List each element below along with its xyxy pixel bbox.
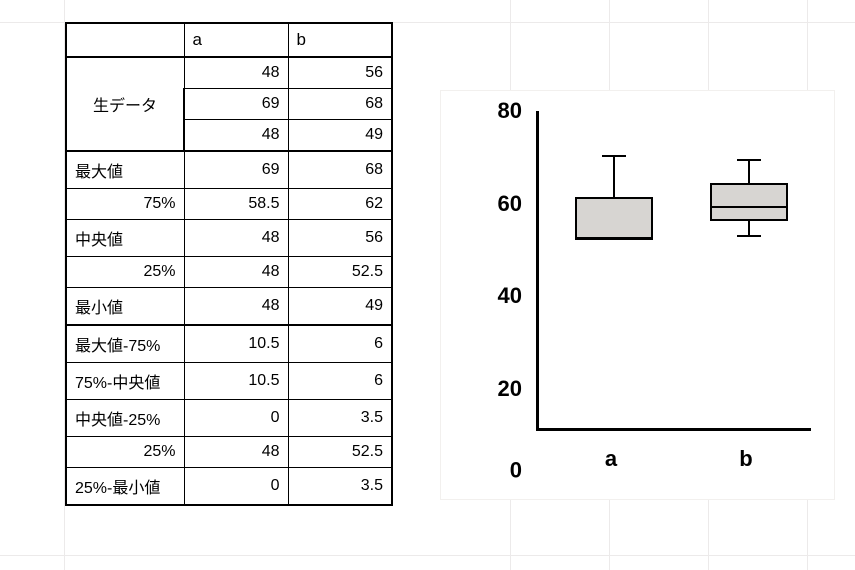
row-max-p75-label[interactable]: 最大値-75% [66, 325, 184, 363]
raw-a-0[interactable]: 48 [184, 57, 288, 89]
ytick-80: 80 [476, 98, 522, 124]
row-median-label[interactable]: 中央値 [66, 220, 184, 257]
row-p25val-a[interactable]: 48 [184, 437, 288, 468]
boxplot-chart[interactable]: 80 60 40 20 0 a b [440, 90, 835, 500]
raw-a-1[interactable]: 69 [184, 89, 288, 120]
row-p25val-b[interactable]: 52.5 [288, 437, 392, 468]
ytick-0: 0 [476, 458, 522, 484]
xlabel-a: a [605, 446, 617, 472]
raw-b-0[interactable]: 56 [288, 57, 392, 89]
row-med-p25-a[interactable]: 0 [184, 400, 288, 437]
ytick-20: 20 [476, 376, 522, 402]
row-p25val-label[interactable]: 25% [66, 437, 184, 468]
row-p75-med-a[interactable]: 10.5 [184, 363, 288, 400]
whisker-cap-upper [737, 159, 761, 161]
header-blank[interactable] [66, 23, 184, 57]
ytick-60: 60 [476, 191, 522, 217]
row-p25-label[interactable]: 25% [66, 257, 184, 288]
median-b [710, 206, 788, 208]
chart-inner: 80 60 40 20 0 a b [476, 111, 816, 481]
row-min-b[interactable]: 49 [288, 288, 392, 326]
box-b [710, 183, 788, 221]
row-p75-label[interactable]: 75% [66, 189, 184, 220]
row-p75-med-label[interactable]: 75%-中央値 [66, 363, 184, 400]
row-median-b[interactable]: 56 [288, 220, 392, 257]
raw-b-2[interactable]: 49 [288, 120, 392, 152]
row-max-a[interactable]: 69 [184, 151, 288, 189]
whisker-cap-upper [602, 155, 626, 157]
row-max-p75-a[interactable]: 10.5 [184, 325, 288, 363]
stats-table[interactable]: a b 生データ 48 56 69 68 48 49 最大値 69 68 75%… [65, 22, 393, 506]
row-median-a[interactable]: 48 [184, 220, 288, 257]
row-min-label[interactable]: 最小値 [66, 288, 184, 326]
row-max-p75-b[interactable]: 6 [288, 325, 392, 363]
raw-a-2[interactable]: 48 [184, 120, 288, 152]
row-max-b[interactable]: 68 [288, 151, 392, 189]
row-med-p25-label[interactable]: 中央値-25% [66, 400, 184, 437]
row-min-a[interactable]: 48 [184, 288, 288, 326]
row-p75-b[interactable]: 62 [288, 189, 392, 220]
raw-b-1[interactable]: 68 [288, 89, 392, 120]
header-a[interactable]: a [184, 23, 288, 57]
xlabel-b: b [739, 446, 752, 472]
box-a [575, 197, 653, 239]
row-p25-a[interactable]: 48 [184, 257, 288, 288]
row-p75-med-b[interactable]: 6 [288, 363, 392, 400]
row-med-p25-b[interactable]: 3.5 [288, 400, 392, 437]
plot-area [536, 111, 811, 431]
row-p75-a[interactable]: 58.5 [184, 189, 288, 220]
raw-data-label[interactable]: 生データ [66, 57, 184, 151]
row-max-label[interactable]: 最大値 [66, 151, 184, 189]
whisker-upper [748, 159, 750, 183]
whisker-lower [748, 221, 750, 235]
row-p25-min-b[interactable]: 3.5 [288, 468, 392, 506]
header-b[interactable]: b [288, 23, 392, 57]
row-p25-min-a[interactable]: 0 [184, 468, 288, 506]
whisker-cap-lower [737, 235, 761, 237]
row-p25-min-label[interactable]: 25%-最小値 [66, 468, 184, 506]
median-a [575, 238, 653, 240]
ytick-40: 40 [476, 283, 522, 309]
whisker-upper [613, 155, 615, 197]
row-p25-b[interactable]: 52.5 [288, 257, 392, 288]
